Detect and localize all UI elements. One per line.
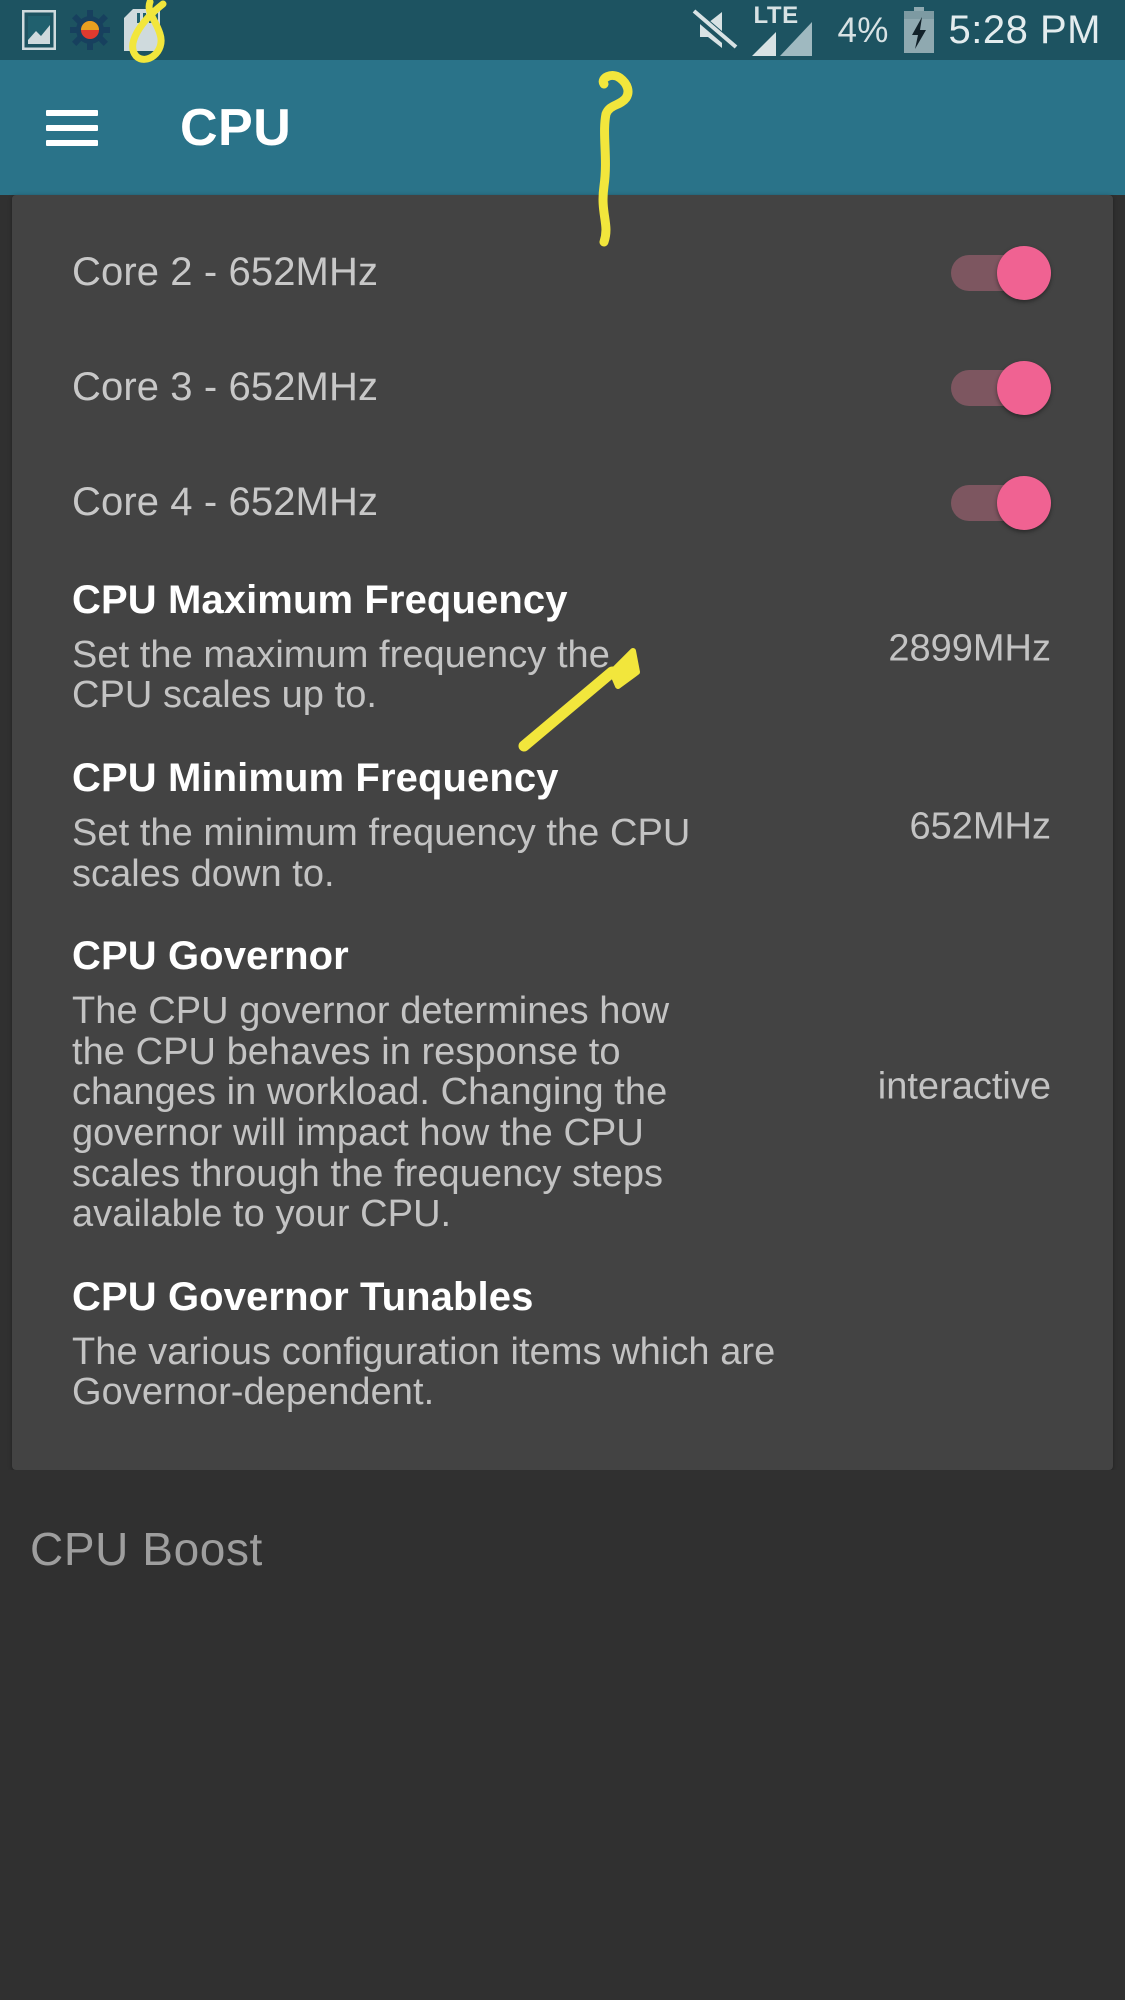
setting-title: CPU Minimum Frequency bbox=[72, 756, 559, 801]
toggle-thumb bbox=[997, 475, 1051, 530]
screenshot-image-icon bbox=[22, 10, 56, 50]
setting-texts: CPU Governor Tunables The various config… bbox=[72, 1257, 832, 1435]
hamburger-menu-icon[interactable] bbox=[46, 109, 98, 146]
core-toggle[interactable] bbox=[951, 475, 1051, 530]
toggle-thumb bbox=[997, 360, 1051, 415]
setting-row-cpu-minimum-frequency[interactable]: CPU Minimum Frequency Set the minimum fr… bbox=[12, 738, 1113, 916]
volume-mute-icon bbox=[691, 9, 738, 51]
setting-value: 652MHz bbox=[909, 805, 1052, 848]
battery-percent-label: 4% bbox=[837, 10, 889, 50]
core-label: Core 3 - 652MHz bbox=[72, 365, 379, 409]
setting-description: The various configuration items which ar… bbox=[72, 1330, 776, 1414]
cpu-settings-card: Core 2 - 652MHz Core 3 - 652MHz Core 4 -… bbox=[12, 195, 1113, 1470]
settings-gear-icon bbox=[70, 10, 110, 50]
setting-value: interactive bbox=[877, 1065, 1051, 1108]
core-toggle[interactable] bbox=[951, 245, 1051, 300]
core-label: Core 4 - 652MHz bbox=[72, 480, 379, 524]
status-bar: LTE 4% 5:28 PM bbox=[0, 0, 1125, 60]
setting-texts: CPU Governor The CPU governor determines… bbox=[72, 916, 692, 1257]
setting-title: CPU Governor Tunables bbox=[72, 1274, 534, 1319]
app-bar: CPU bbox=[0, 60, 1125, 195]
toggle-thumb bbox=[997, 245, 1051, 300]
setting-value: 2899MHz bbox=[888, 627, 1051, 670]
section-header-cpu-boost: CPU Boost bbox=[30, 1523, 263, 1575]
cpu-boost-section: CPU Boost bbox=[0, 1470, 1125, 2000]
core-label: Core 2 - 652MHz bbox=[72, 250, 379, 294]
signal-bars-icon bbox=[751, 22, 812, 56]
setting-texts: CPU Minimum Frequency Set the minimum fr… bbox=[72, 738, 692, 916]
card-top-spacer bbox=[12, 195, 1113, 215]
sd-card-icon bbox=[124, 9, 160, 51]
setting-texts: CPU Maximum Frequency Set the maximum fr… bbox=[72, 560, 692, 738]
setting-description: Set the minimum frequency the CPU scales… bbox=[72, 811, 691, 895]
battery-charging-icon bbox=[903, 7, 934, 53]
setting-title: CPU Maximum Frequency bbox=[72, 578, 568, 622]
setting-row-cpu-governor[interactable]: CPU Governor The CPU governor determines… bbox=[12, 916, 1113, 1257]
core-toggle[interactable] bbox=[951, 360, 1051, 415]
status-bar-clock: 5:28 PM bbox=[948, 7, 1101, 52]
phone-screen: LTE 4% 5:28 PM CPU Core 2 - 652MHz Core … bbox=[0, 0, 1125, 2000]
core-row[interactable]: Core 2 - 652MHz bbox=[12, 215, 1113, 330]
setting-description: Set the maximum frequency the CPU scales… bbox=[72, 633, 610, 717]
setting-row-cpu-maximum-frequency[interactable]: CPU Maximum Frequency Set the maximum fr… bbox=[12, 560, 1113, 738]
core-row[interactable]: Core 3 - 652MHz bbox=[12, 330, 1113, 445]
page-title: CPU bbox=[180, 98, 292, 157]
setting-description: The CPU governor determines how the CPU … bbox=[72, 990, 670, 1236]
status-bar-notification-icons bbox=[0, 9, 160, 51]
setting-row-cpu-governor-tunables[interactable]: CPU Governor Tunables The various config… bbox=[12, 1257, 1113, 1435]
network-signal-group: LTE bbox=[751, 2, 824, 56]
setting-title: CPU Governor bbox=[72, 934, 349, 979]
core-row[interactable]: Core 4 - 652MHz bbox=[12, 445, 1113, 560]
status-bar-system-icons: LTE 4% 5:28 PM bbox=[691, 2, 1125, 56]
